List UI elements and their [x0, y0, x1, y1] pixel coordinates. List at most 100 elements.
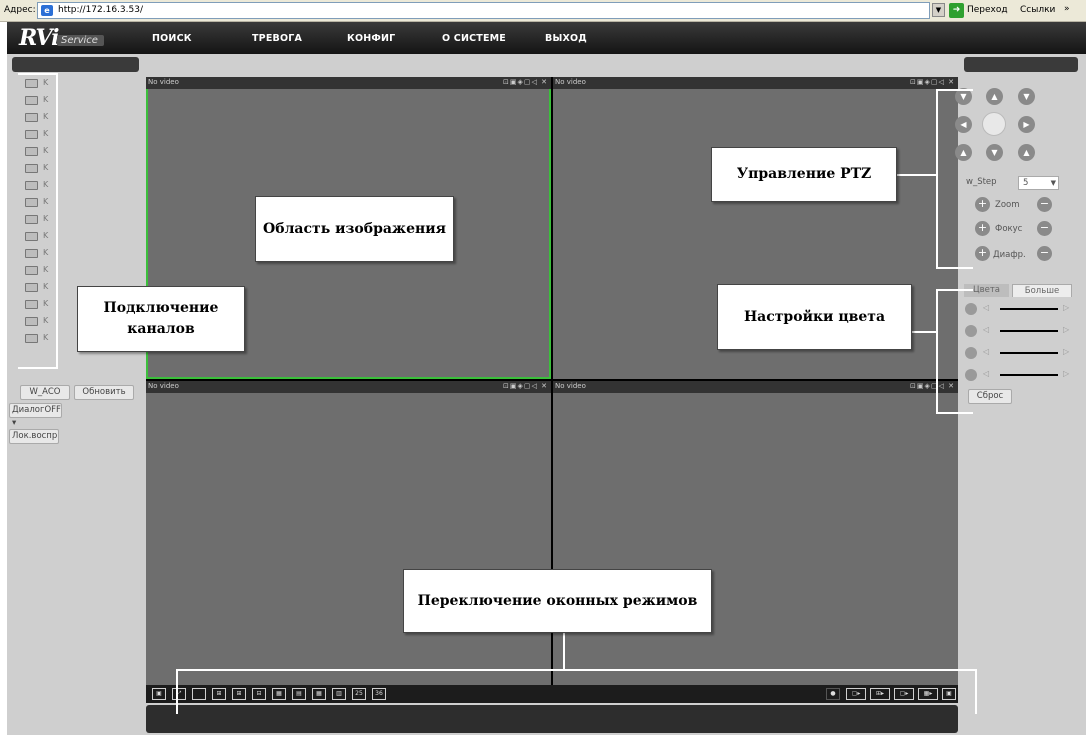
- logo: RVi: [19, 25, 60, 51]
- layout-20-icon[interactable]: ▥: [332, 688, 346, 700]
- tile-toolbar-icons[interactable]: ⊡▣◈▢◁ ✕: [503, 382, 548, 390]
- focus-plus-icon[interactable]: +: [975, 221, 990, 236]
- color-bracket-bottom: [937, 412, 973, 414]
- slider-left-icon: ◁: [983, 347, 990, 356]
- slider-track: [1000, 330, 1058, 332]
- ptz-up-right-icon[interactable]: ▼: [1018, 88, 1035, 105]
- contrast-icon: [965, 325, 977, 337]
- address-url: http://172.16.3.53/: [58, 5, 143, 15]
- slider-right-icon: ▷: [1063, 303, 1070, 312]
- slider-right-icon: ▷: [1063, 347, 1070, 356]
- layout-36-button[interactable]: 36: [372, 688, 386, 700]
- ptz-right-icon[interactable]: ▶: [1018, 116, 1035, 133]
- mode-dropdown-2-icon[interactable]: ⊞▸: [870, 688, 890, 700]
- contrast-slider[interactable]: ◁ ▷: [965, 325, 1077, 337]
- layout-1-icon[interactable]: [192, 688, 206, 700]
- mode-dropdown-5-icon[interactable]: ▣: [942, 688, 956, 700]
- camera-icon: [25, 181, 38, 190]
- nav-about[interactable]: О СИСТЕМЕ: [442, 33, 506, 44]
- focus-minus-icon[interactable]: −: [1037, 221, 1052, 236]
- tile-toolbar-icons[interactable]: ⊡▣◈▢◁ ✕: [503, 78, 548, 86]
- chevron-right-icon[interactable]: »: [1064, 4, 1070, 14]
- channel-label: K: [43, 78, 49, 87]
- logo-subtitle: Service: [57, 35, 104, 46]
- tile-header: No video ⊡▣◈▢◁ ✕: [553, 77, 958, 89]
- layout-16-icon[interactable]: ▦: [312, 688, 326, 700]
- fullscreen-icon[interactable]: ▣: [152, 688, 166, 700]
- callout-image-area: Область изображения: [255, 196, 454, 262]
- iris-plus-icon[interactable]: +: [975, 246, 990, 261]
- video-tile-4[interactable]: No video ⊡▣◈▢◁ ✕: [553, 381, 958, 685]
- callout-window-modes: Переключение оконных режимов: [403, 569, 712, 633]
- camera-icon: [25, 317, 38, 326]
- ptz-left-icon[interactable]: ◀: [955, 116, 972, 133]
- brightness-slider[interactable]: ◁ ▷: [965, 303, 1077, 315]
- ptz-down-icon[interactable]: ▼: [986, 144, 1003, 161]
- camera-icon: [25, 232, 38, 241]
- no-video-label: No video: [555, 382, 586, 390]
- refresh-button[interactable]: Обновить: [74, 385, 134, 400]
- channel-label: K: [43, 129, 49, 138]
- ptz-down-left-icon[interactable]: ▲: [955, 144, 972, 161]
- ptz-callout-line: [896, 174, 937, 176]
- color-callout-line: [911, 331, 937, 333]
- mode-dropdown-3-icon[interactable]: ▢▸: [894, 688, 914, 700]
- address-input[interactable]: e http://172.16.3.53/: [37, 2, 930, 19]
- tile-toolbar-icons[interactable]: ⊡▣◈▢◁ ✕: [910, 78, 955, 86]
- channels-bracket-top: [18, 73, 58, 75]
- go-arrow-icon[interactable]: ➜: [949, 3, 964, 18]
- ptz-center-button[interactable]: [982, 112, 1006, 136]
- dialog-dropdown[interactable]: ДиалогOFF ▾: [9, 403, 62, 428]
- layout-13-icon[interactable]: ▤: [292, 688, 306, 700]
- address-dropdown-icon[interactable]: ▼: [932, 3, 945, 17]
- layout-25-button[interactable]: 25: [352, 688, 366, 700]
- iris-minus-icon[interactable]: −: [1037, 246, 1052, 261]
- layout-6-icon[interactable]: ⊞: [232, 688, 246, 700]
- ptz-bracket-side: [936, 89, 938, 269]
- channels-bracket-side: [56, 73, 58, 369]
- step-label: w_Step: [966, 177, 997, 187]
- slider-left-icon: ◁: [983, 325, 990, 334]
- channel-label: K: [43, 214, 49, 223]
- nav-search[interactable]: ПОИСК: [152, 33, 192, 44]
- zoom-minus-icon[interactable]: −: [1037, 197, 1052, 212]
- tile-header: No video ⊡▣◈▢◁ ✕: [553, 381, 958, 393]
- nav-logout[interactable]: ВЫХОД: [545, 33, 587, 44]
- nav-config[interactable]: КОНФИГ: [347, 33, 395, 44]
- w-aco-button[interactable]: W_ACO: [20, 385, 70, 400]
- tile-toolbar-icons[interactable]: ⊡▣◈▢◁ ✕: [910, 382, 955, 390]
- channel-label: K: [43, 316, 49, 325]
- go-button[interactable]: Переход: [967, 5, 1008, 15]
- tab-more[interactable]: Больше: [1012, 284, 1072, 297]
- mode-dropdown-1-icon[interactable]: ▢▸: [846, 688, 866, 700]
- local-playback-button[interactable]: Лок.воспр: [9, 429, 59, 444]
- zoom-plus-icon[interactable]: +: [975, 197, 990, 212]
- video-tile-3[interactable]: No video ⊡▣◈▢◁ ✕: [146, 381, 551, 685]
- ptz-down-right-icon[interactable]: ▲: [1018, 144, 1035, 161]
- slider-right-icon: ▷: [1063, 325, 1070, 334]
- step-value: 5: [1023, 178, 1029, 188]
- camera-icon: [25, 215, 38, 224]
- layout-4-icon[interactable]: ⊞: [212, 688, 226, 700]
- nav-alarm[interactable]: ТРЕВОГА: [252, 33, 302, 44]
- saturation-slider[interactable]: ◁ ▷: [965, 347, 1077, 359]
- layout-8-icon[interactable]: ⊟: [252, 688, 266, 700]
- mode-dropdown-4-icon[interactable]: ▦▸: [918, 688, 938, 700]
- slider-right-icon: ▷: [1063, 369, 1070, 378]
- step-select[interactable]: 5 ▼: [1018, 176, 1059, 190]
- ptz-up-icon[interactable]: ▲: [986, 88, 1003, 105]
- hue-slider[interactable]: ◁ ▷: [965, 369, 1077, 381]
- reset-button[interactable]: Сброс: [968, 389, 1012, 404]
- camera-icon: [25, 147, 38, 156]
- slider-track: [1000, 374, 1058, 376]
- expand-icon[interactable]: ⤢: [172, 688, 186, 700]
- ptz-bracket-top: [937, 89, 973, 91]
- slider-left-icon: ◁: [983, 303, 990, 312]
- links-button[interactable]: Ссылки: [1020, 5, 1055, 15]
- slider-left-icon: ◁: [983, 369, 990, 378]
- record-icon[interactable]: ●: [826, 688, 840, 700]
- channel-label: K: [43, 265, 49, 274]
- top-nav: RVi Service ПОИСК ТРЕВОГА КОНФИГ О СИСТЕ…: [7, 22, 1086, 54]
- saturation-icon: [965, 347, 977, 359]
- layout-9-icon[interactable]: ▦: [272, 688, 286, 700]
